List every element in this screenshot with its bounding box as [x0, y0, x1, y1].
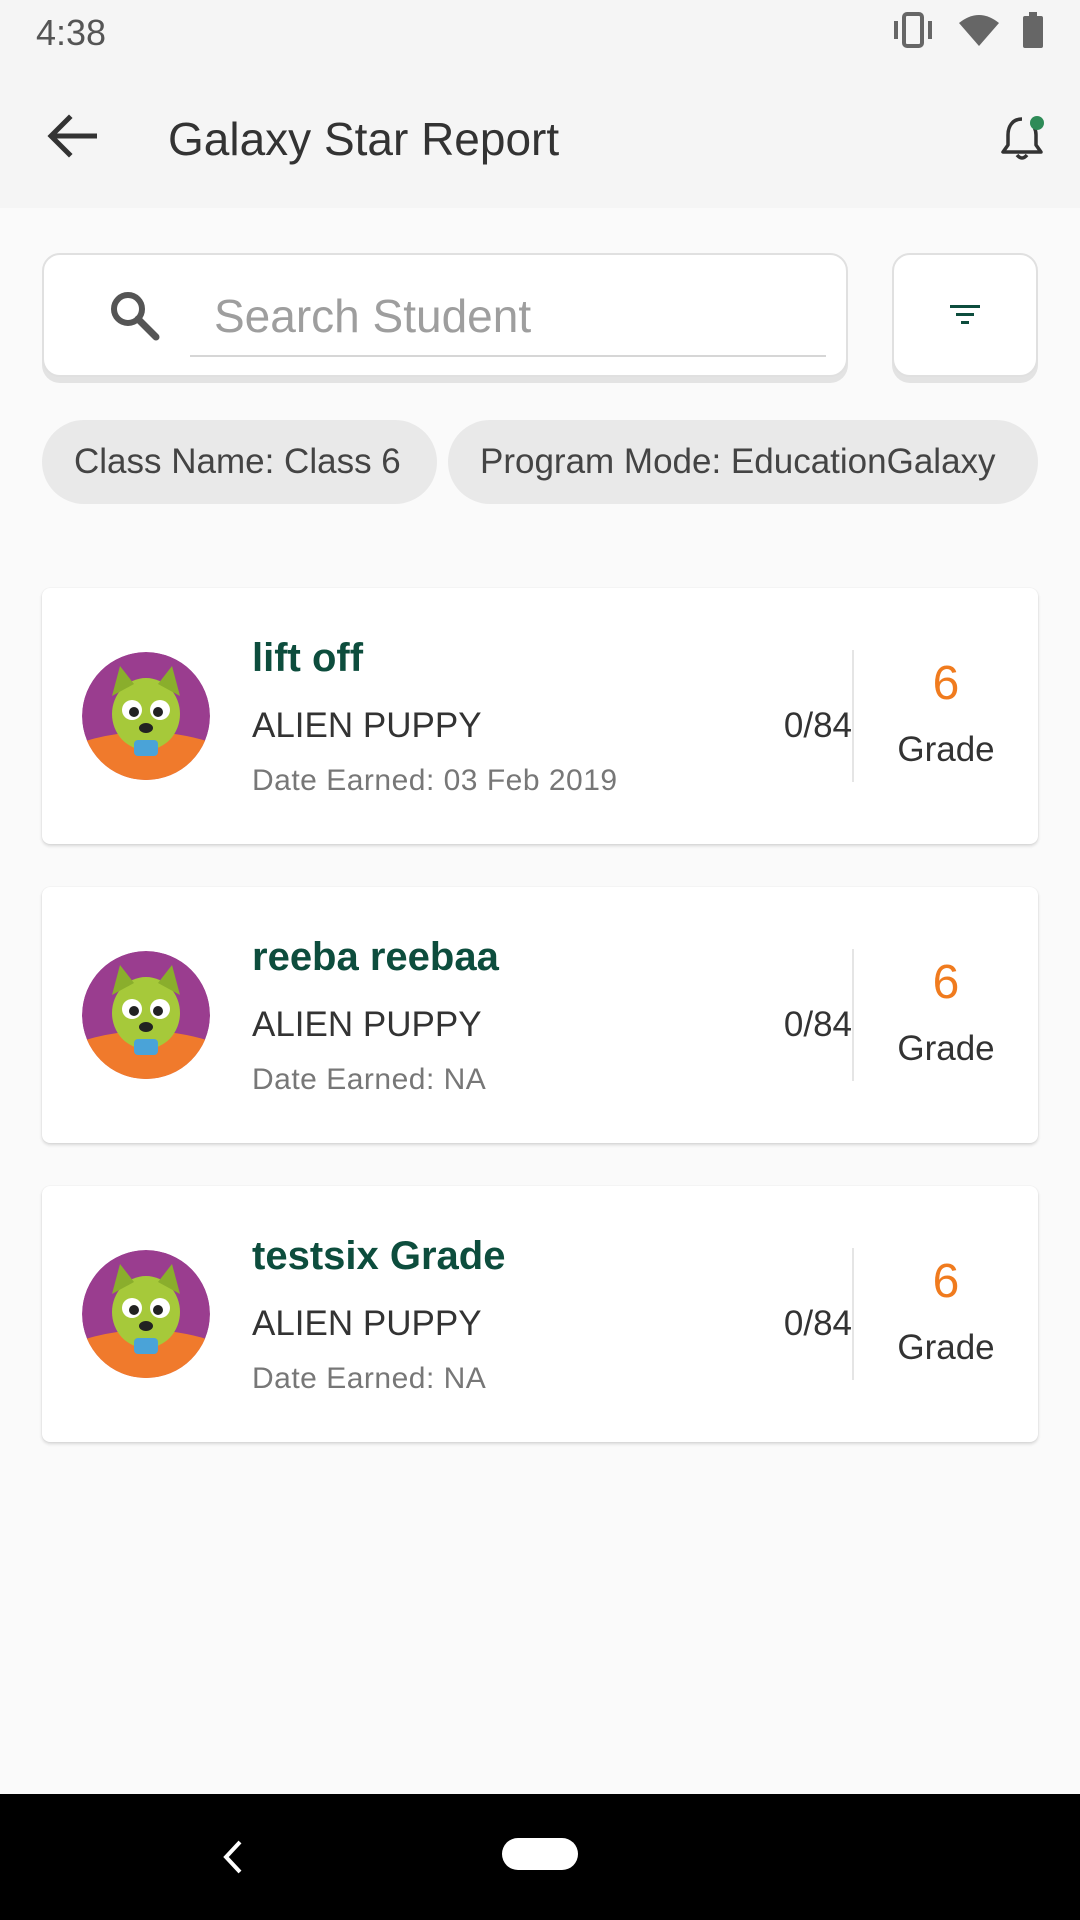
page-title: Galaxy Star Report: [168, 113, 560, 165]
grade-label: Grade: [897, 1328, 995, 1367]
student-score: 0/84: [783, 1005, 852, 1044]
nav-back-icon[interactable]: [212, 1830, 252, 1884]
grade-number: 6: [932, 1255, 960, 1308]
avatar: [82, 1250, 210, 1378]
alien-puppy-avatar: [82, 652, 210, 780]
student-score: 0/84: [783, 1304, 852, 1343]
grade-label: Grade: [897, 730, 995, 769]
chip-label: Program Mode: EducationGalaxy: [480, 442, 996, 481]
grade-label: Grade: [897, 1029, 995, 1068]
chip-label: Class Name: Class 6: [74, 442, 401, 481]
avatar: [82, 652, 210, 780]
nav-home-button[interactable]: [502, 1838, 578, 1870]
search-box: [42, 253, 848, 377]
student-name: lift off: [252, 636, 364, 680]
wifi-icon: [959, 15, 999, 46]
alien-puppy-avatar: [82, 1250, 210, 1378]
back-button[interactable]: [40, 108, 104, 164]
date-earned: Date Earned: NA: [252, 1362, 487, 1395]
student-card[interactable]: lift off ALIEN PUPPY Date Earned: 03 Feb…: [42, 588, 1038, 844]
grade-number: 6: [932, 956, 960, 1009]
app-bar: Galaxy Star Report: [0, 64, 1080, 208]
bell-icon: [1001, 116, 1044, 160]
status-time: 4:38: [36, 12, 107, 53]
search-icon: [111, 292, 160, 341]
date-earned: Date Earned: NA: [252, 1063, 487, 1096]
search-input[interactable]: [190, 277, 826, 357]
student-score: 0/84: [783, 706, 852, 745]
student-card[interactable]: testsix Grade ALIEN PUPPY Date Earned: N…: [42, 1186, 1038, 1442]
status-bar: 4:38: [0, 0, 1080, 64]
student-level: ALIEN PUPPY: [252, 706, 482, 745]
student-level: ALIEN PUPPY: [252, 1304, 482, 1343]
filter-icon: [950, 305, 980, 324]
status-icons: [890, 12, 1044, 48]
chip-program-mode[interactable]: Program Mode: EducationGalaxy: [448, 420, 1038, 504]
student-name: reeba reebaa: [252, 935, 499, 979]
notifications-button[interactable]: [992, 106, 1056, 170]
battery-icon: [1023, 12, 1043, 48]
filter-button[interactable]: [892, 253, 1038, 377]
student-level: ALIEN PUPPY: [252, 1005, 482, 1044]
chip-class-name[interactable]: Class Name: Class 6: [42, 420, 437, 504]
arrow-back-icon: [47, 114, 97, 158]
system-nav-bar: [0, 1794, 1080, 1920]
vibrate-icon: [894, 12, 932, 48]
grade-number: 6: [932, 657, 960, 710]
date-earned: Date Earned: 03 Feb 2019: [252, 764, 618, 797]
student-card[interactable]: reeba reebaa ALIEN PUPPY Date Earned: NA…: [42, 887, 1038, 1143]
student-name: testsix Grade: [252, 1234, 506, 1278]
alien-puppy-avatar: [82, 951, 210, 1079]
avatar: [82, 951, 210, 1079]
